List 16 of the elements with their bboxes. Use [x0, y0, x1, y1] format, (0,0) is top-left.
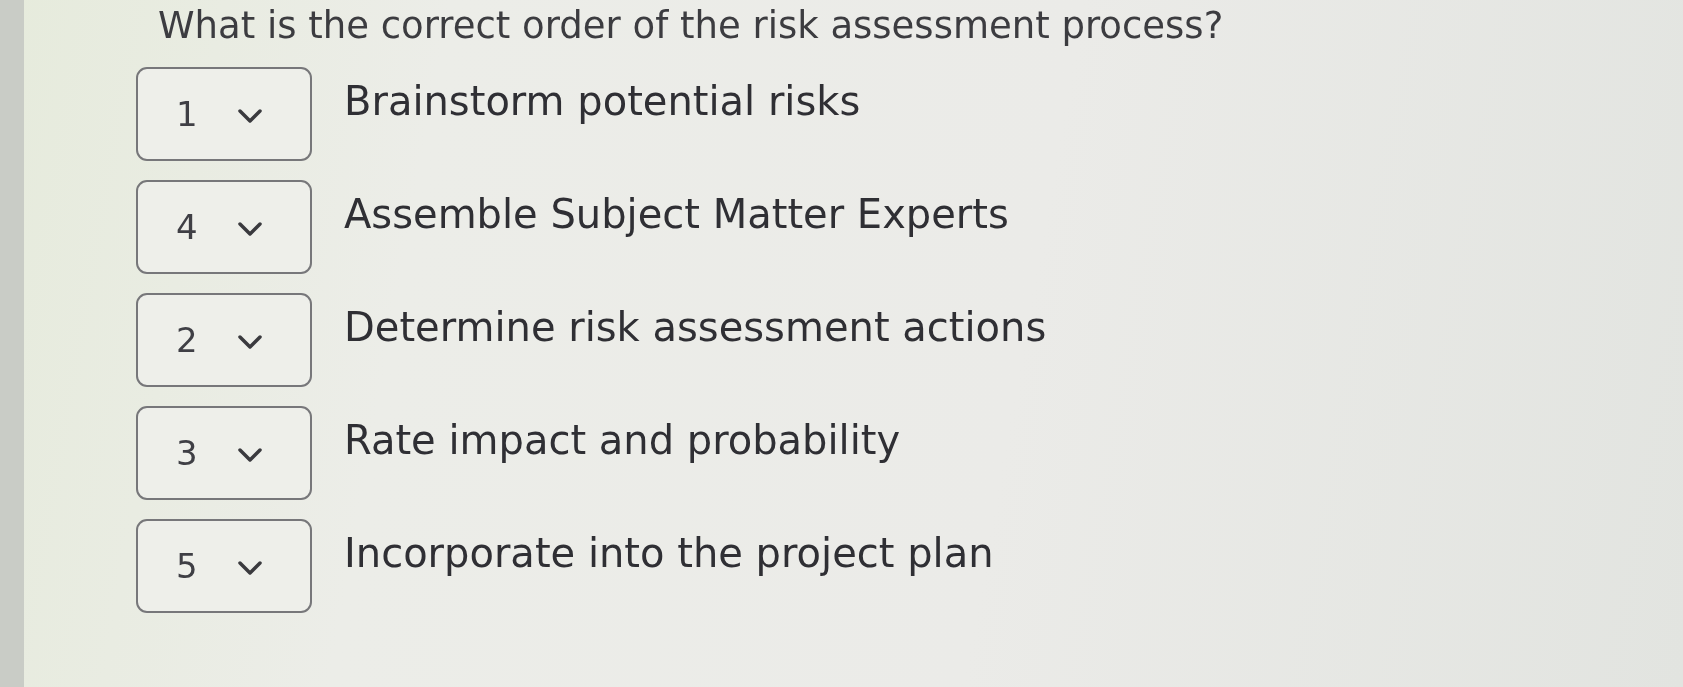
question-text: What is the correct order of the risk assessment process? [157, 4, 1224, 48]
order-dropdown[interactable]: 5 [136, 519, 312, 613]
statement-text: Rate impact and probability [344, 416, 901, 464]
order-dropdown[interactable]: 2 [136, 293, 312, 387]
statement-text: Brainstorm potential risks [344, 77, 861, 125]
statement-text: Determine risk assessment actions [344, 303, 1047, 351]
chevron-down-icon [237, 109, 262, 123]
chevron-down-icon [237, 561, 262, 575]
order-dropdown[interactable]: 3 [136, 406, 312, 500]
statement-text: Assemble Subject Matter Experts [344, 190, 1009, 238]
chevron-down-icon [237, 448, 262, 462]
order-dropdown[interactable]: 4 [136, 180, 312, 274]
chevron-down-icon [237, 222, 262, 236]
chevron-down-icon [237, 335, 262, 349]
statement-text: Incorporate into the project plan [344, 529, 994, 577]
order-dropdown[interactable]: 1 [136, 67, 312, 161]
